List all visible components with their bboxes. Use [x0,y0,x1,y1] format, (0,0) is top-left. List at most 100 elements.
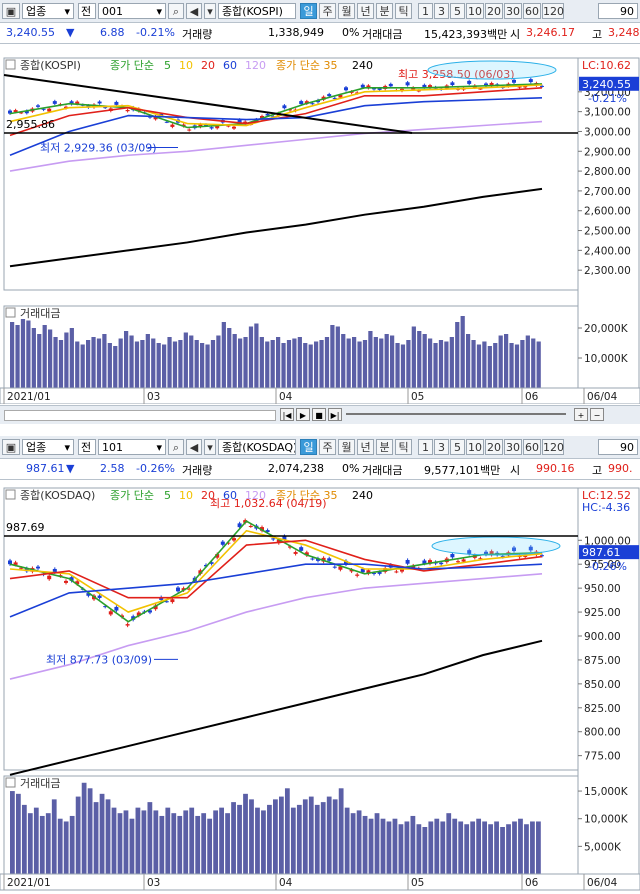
volume-bar [281,343,286,388]
volume-bar [31,328,36,388]
high: 990. [608,462,633,475]
period-1-button[interactable]: 일 [300,439,317,455]
kosdaq-chart[interactable]: 775.00 800.00 825.00 850.00 875.00 900.00 925.… [0,480,640,894]
interval-20-button[interactable]: 20 [485,439,503,455]
legend-ma240: 240 [352,489,373,502]
volume-bar [75,341,80,388]
volume-bar [221,322,226,388]
volume-bar [225,813,230,874]
code-input[interactable]: 101 ▾ [98,439,166,455]
volume-bar [380,818,386,874]
volume-bar [395,343,400,388]
candle-body [52,101,57,104]
volume: 1,338,949 [268,26,324,39]
interval-60-button[interactable]: 60 [523,439,541,455]
interval-1-button[interactable]: 1 [418,3,433,19]
last-icon[interactable]: ▶| [328,408,342,421]
volume-bar [189,335,194,388]
volume-bar [145,334,150,388]
volume-bar [177,815,183,874]
zoom-in-icon[interactable]: + [574,408,588,421]
volume-bar [290,807,296,874]
period-4-button[interactable]: 년 [357,439,374,455]
interval-1-button[interactable]: 1 [418,439,433,455]
code-type[interactable]: 전 [78,439,96,455]
volume-bar [80,344,85,388]
volume-bar [373,337,378,388]
window-icon[interactable]: ▣ [2,3,20,19]
volume-bar [117,813,123,874]
interval-30-button[interactable]: 30 [504,3,522,19]
y-tick-label: 800.00 [584,727,621,739]
search-icon[interactable]: ⌕ [168,439,184,455]
zoom-out-icon[interactable]: − [590,408,604,421]
volume-bar [444,341,449,388]
candle-body [232,538,236,541]
count-input[interactable]: 90 [598,3,638,19]
interval-5-button[interactable]: 5 [450,3,465,19]
interval-60-button[interactable]: 60 [523,3,541,19]
interval-30-button[interactable]: 30 [504,439,522,455]
volume-bar [151,338,156,388]
chevron-down-icon[interactable]: ▾ [204,3,216,19]
first-icon[interactable]: |◀ [280,408,294,421]
interval-10-button[interactable]: 10 [466,3,484,19]
volume-bar [243,793,248,874]
interval-120-button[interactable]: 120 [542,439,564,455]
amount-label: 거래대금 [362,28,403,41]
volume-bar [205,344,210,388]
volume-bar [428,821,434,874]
volume-bar [237,804,242,874]
index-name: 종합(KOSDAQ) [218,439,296,455]
candle-body [405,82,410,86]
interval-120-button[interactable]: 120 [542,3,564,19]
candle-body [170,124,175,127]
code-type[interactable]: 전 [78,3,96,19]
legend-ma-20: 20 [201,59,215,72]
volume-bar [341,334,346,388]
kospi-chart[interactable]: 2,300.00 2,400.00 2,500.00 2,600.00 2,700.00… [0,44,640,404]
period-5-button[interactable]: 분 [376,3,393,19]
interval-5-button[interactable]: 5 [450,439,465,455]
down-arrow-icon: ▼ [66,462,75,475]
interval-3-button[interactable]: 3 [434,3,449,19]
amount: 15,423,393백만 [424,28,508,41]
x-tick-label: 05 [411,391,424,403]
period-6-button[interactable]: 틱 [395,3,412,19]
play-icon[interactable]: ▶ [296,408,310,421]
volume-bar [69,815,75,874]
volume-bar [102,334,107,388]
period-1-button[interactable]: 일 [300,3,317,19]
count-input[interactable]: 90 [598,439,638,455]
volume-bar [314,341,319,388]
interval-3-button[interactable]: 3 [434,439,449,455]
period-3-button[interactable]: 월 [338,3,355,19]
x-tick-label: 06 [525,391,539,403]
volume-bar [10,791,15,874]
period-3-button[interactable]: 월 [338,439,355,455]
period-2-button[interactable]: 주 [319,439,336,455]
window-icon[interactable]: ▣ [2,439,20,455]
period-2-button[interactable]: 주 [319,3,336,19]
volume-bar [452,818,458,874]
scrollbar[interactable] [4,410,276,421]
period-6-button[interactable]: 틱 [395,439,412,455]
volume-bar [147,802,153,874]
market-select[interactable]: 업종 ▾ [22,439,74,455]
volume-bar [165,807,171,874]
market-select[interactable]: 업종 ▾ [22,3,74,19]
zoom-slider[interactable] [346,413,566,415]
code-input[interactable]: 001 ▾ [98,3,166,19]
interval-10-button[interactable]: 10 [466,439,484,455]
period-4-button[interactable]: 년 [357,3,374,19]
sound-icon[interactable]: ◀ [186,3,202,19]
period-5-button[interactable]: 분 [376,439,393,455]
legend-toggle-box [5,59,16,70]
stop-icon[interactable]: ■ [312,408,326,421]
chevron-down-icon[interactable]: ▾ [204,439,216,455]
search-icon[interactable]: ⌕ [168,3,184,19]
x-axis-area [0,387,640,404]
volume-bar [362,340,368,388]
sound-icon[interactable]: ◀ [186,439,202,455]
interval-20-button[interactable]: 20 [485,3,503,19]
